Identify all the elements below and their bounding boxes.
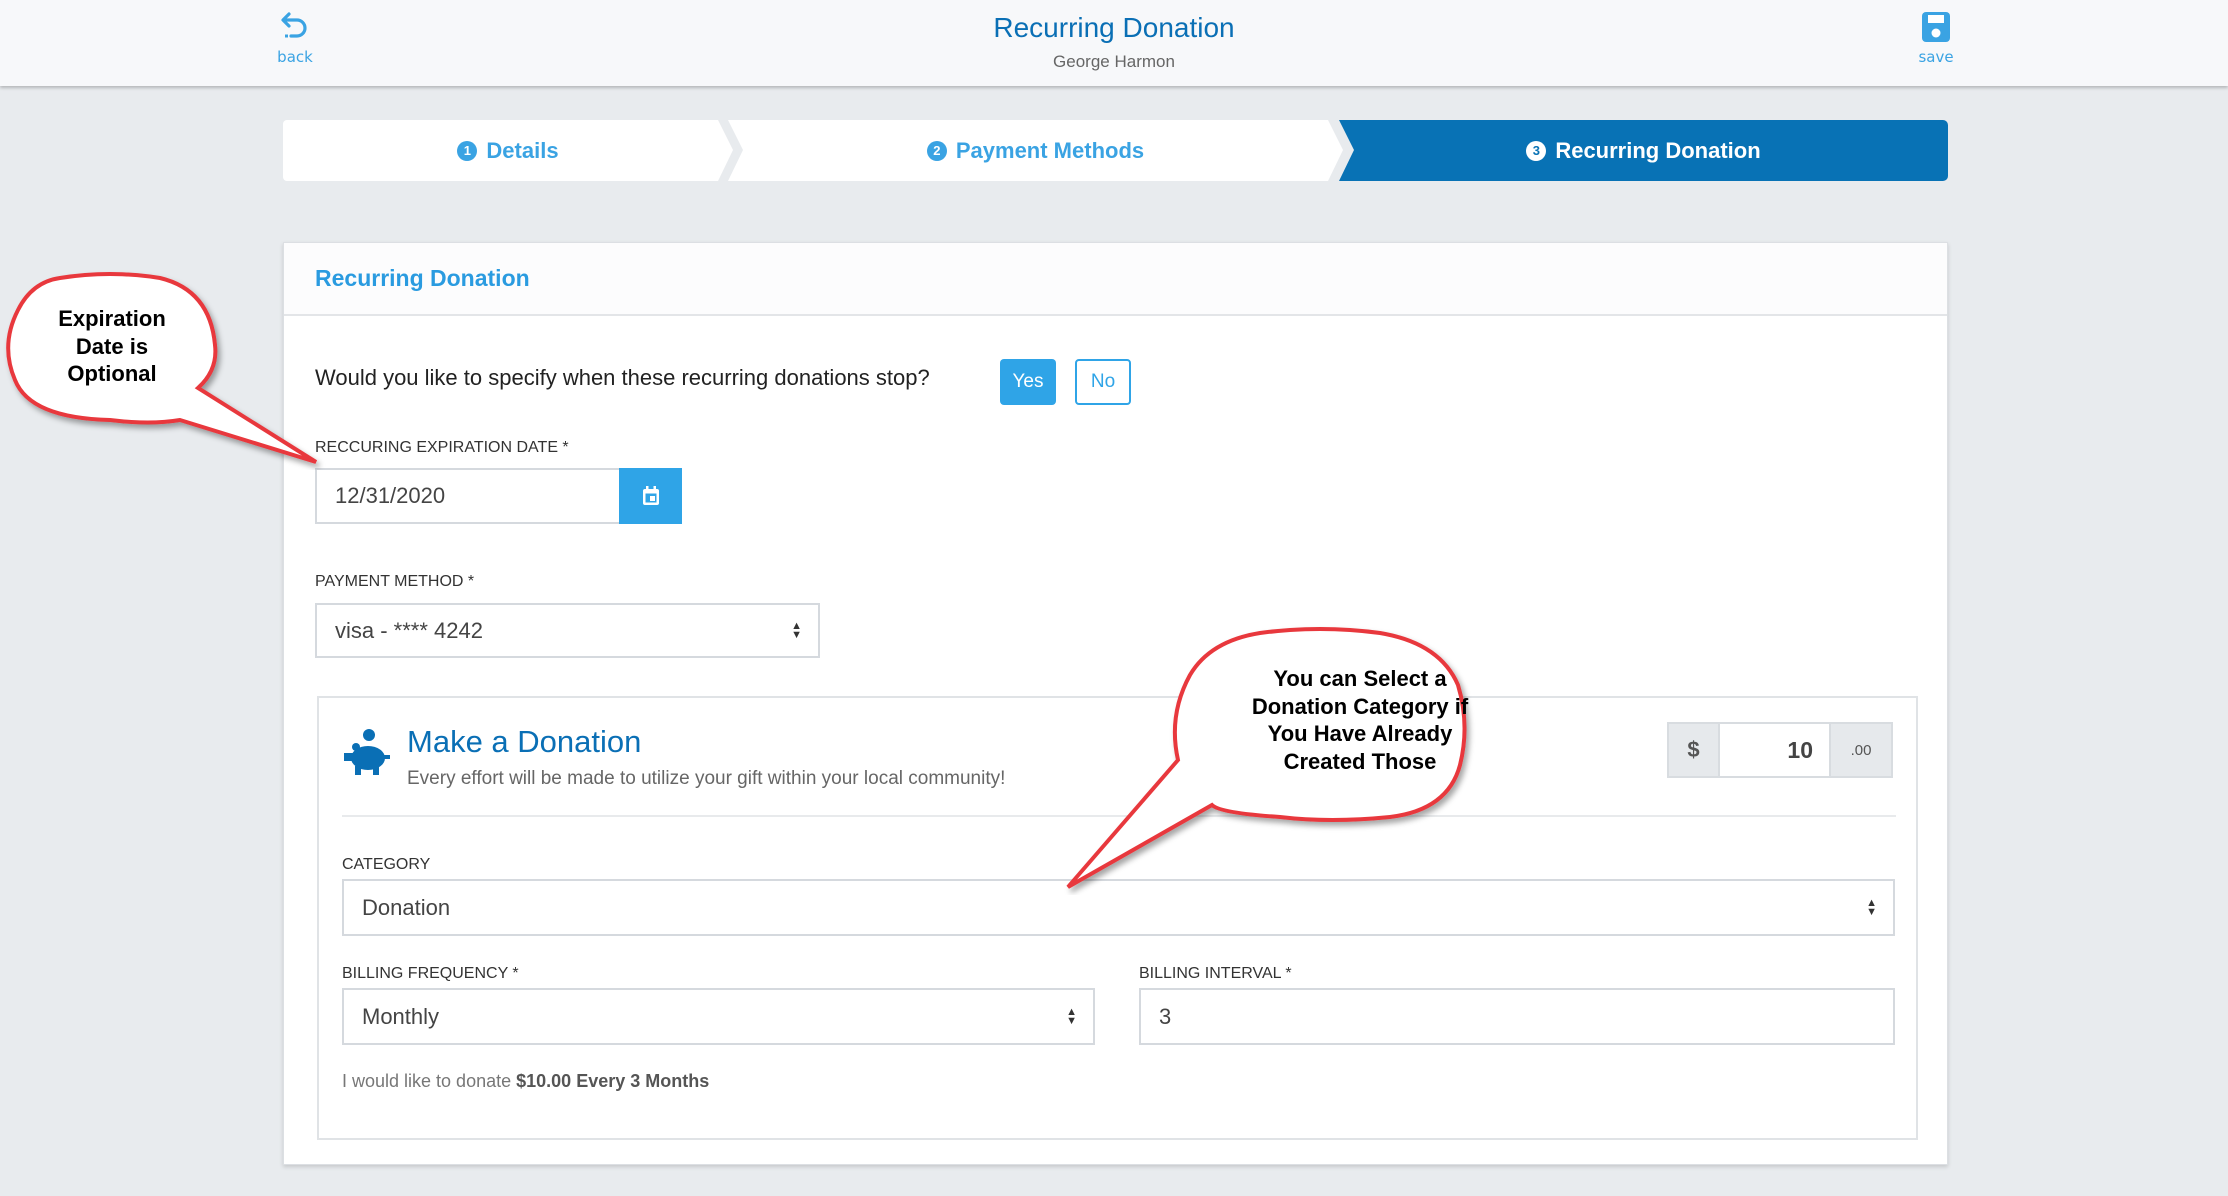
amount-input[interactable]: 10 <box>1720 724 1829 776</box>
step-number-1: 1 <box>457 140 478 161</box>
save-button[interactable]: save <box>1896 10 1976 66</box>
step-label-payment-methods: Payment Methods <box>955 137 1145 163</box>
step-payment-methods[interactable]: 2 Payment Methods <box>728 120 1343 181</box>
donation-subtitle: Every effort will be made to utilize you… <box>407 768 1006 789</box>
billing-frequency-value: Monthly <box>362 1003 440 1029</box>
step-number-2: 2 <box>926 140 947 161</box>
step-label-recurring-donation: Recurring Donation <box>1555 137 1761 163</box>
calendar-button[interactable] <box>619 468 682 524</box>
billing-interval-value: 3 <box>1159 1003 1172 1029</box>
category-label: CATEGORY <box>342 856 431 873</box>
currency-symbol: $ <box>1669 724 1720 776</box>
billing-interval-label: BILLING INTERVAL * <box>1139 965 1292 982</box>
wizard-stepper: 1 Details 2 Payment Methods 3 Recurring … <box>283 120 1948 181</box>
floppy-disk-icon <box>1922 12 1950 42</box>
card-header: Recurring Donation <box>284 243 1947 316</box>
donation-title: Make a Donation <box>407 724 642 759</box>
back-button[interactable]: back <box>255 10 335 66</box>
step-label-details: Details <box>486 137 559 163</box>
payment-method-value: visa - **** 4242 <box>335 617 483 643</box>
save-label: save <box>1918 48 1954 66</box>
step-recurring-donation[interactable]: 3 Recurring Donation <box>1339 120 1948 181</box>
billing-interval-input[interactable]: 3 <box>1139 988 1895 1045</box>
select-arrows-icon: ▲ ▼ <box>1866 896 1877 918</box>
select-arrows-icon: ▲ ▼ <box>791 619 802 641</box>
billing-frequency-label: BILLING FREQUENCY * <box>342 965 519 982</box>
expiration-date-input[interactable]: 12/31/2020 <box>315 468 621 524</box>
step-number-3: 3 <box>1526 140 1547 161</box>
yes-button[interactable]: Yes <box>1000 359 1056 405</box>
callout-expiration-text: Expiration Date is Optional <box>58 306 166 386</box>
calendar-icon <box>642 486 659 505</box>
back-label: back <box>277 48 313 66</box>
expiration-date-label: RECCURING EXPIRATION DATE * <box>315 439 569 456</box>
summary-amount: $10.00 Every 3 Months <box>516 1071 710 1091</box>
billing-frequency-select[interactable]: Monthly ▲ ▼ <box>342 988 1095 1045</box>
expiration-date-value: 12/31/2020 <box>335 483 446 508</box>
no-button[interactable]: No <box>1075 359 1131 405</box>
amount-input-group: $ 10 .00 <box>1667 722 1893 778</box>
top-header: back Recurring Donation George Harmon sa… <box>0 0 2228 86</box>
step-details[interactable]: 1 Details <box>283 120 733 181</box>
donation-summary: I would like to donate $10.00 Every 3 Mo… <box>342 1071 709 1092</box>
category-value: Donation <box>362 894 451 920</box>
payment-method-label: PAYMENT METHOD * <box>315 573 475 590</box>
amount-cents: .00 <box>1829 724 1891 776</box>
card-title: Recurring Donation <box>315 265 530 291</box>
select-arrows-icon: ▲ ▼ <box>1066 1005 1077 1027</box>
piggy-bank-icon <box>344 729 390 775</box>
summary-prefix: I would like to donate <box>342 1071 512 1091</box>
callout-category-text: You can Select a Donation Category if Yo… <box>1251 666 1469 774</box>
stop-question: Would you like to specify when these rec… <box>315 365 930 390</box>
undo-arrow-icon <box>281 12 307 38</box>
payment-method-select[interactable]: visa - **** 4242 ▲ ▼ <box>315 603 820 658</box>
